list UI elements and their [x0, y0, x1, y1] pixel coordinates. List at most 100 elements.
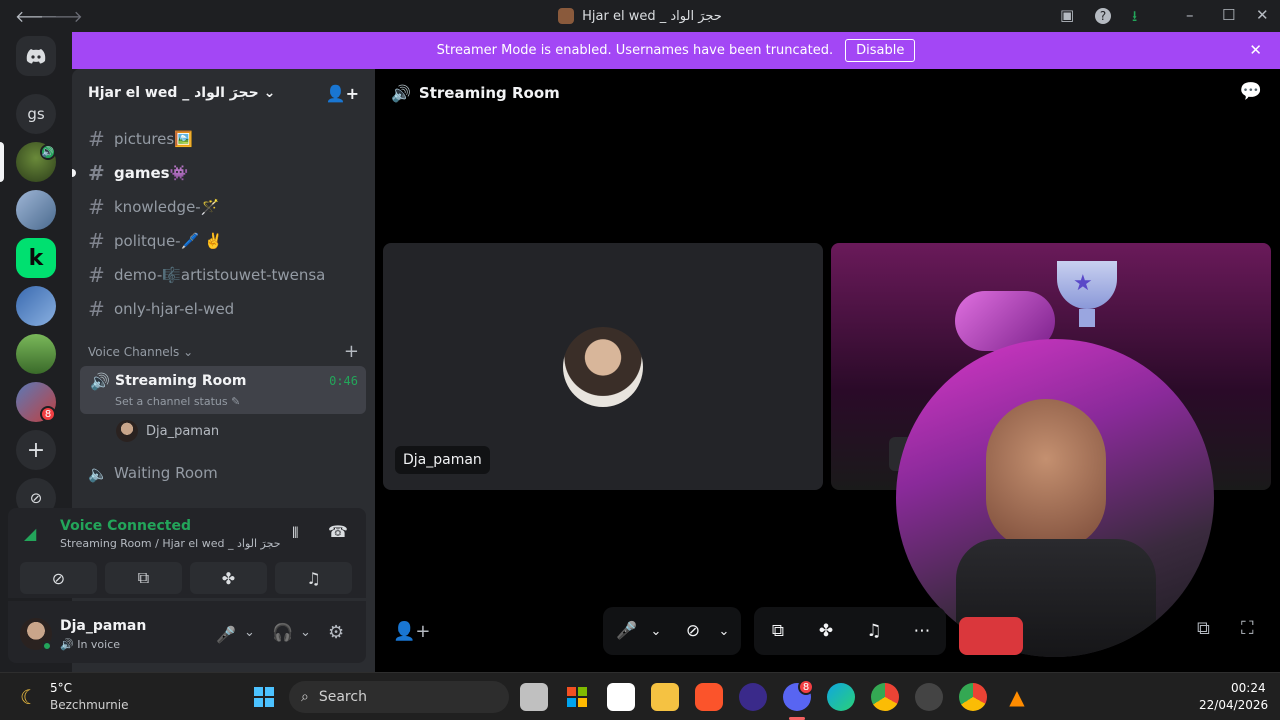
brave-icon[interactable]	[695, 683, 723, 711]
channel-knowledge[interactable]: # knowledge-🪄	[80, 191, 366, 223]
file-explorer-icon[interactable]	[651, 683, 679, 711]
search-icon: ⌕	[301, 689, 309, 705]
windows-taskbar: ☾ 5°C Bezchmurnie ⌕ Search 8 ▲ 00:24 22/…	[0, 672, 1280, 720]
pencil-icon: ✎	[231, 395, 241, 408]
voice-channel-streaming-room[interactable]: 🔊 Streaming Room 0:46 Set a channel stat…	[80, 366, 366, 414]
store-icon[interactable]	[563, 683, 591, 711]
streamer-mode-banner: Streamer Mode is enabled. Usernames have…	[72, 32, 1280, 69]
participant-tile[interactable]: Dja_paman	[383, 243, 823, 490]
webcam-overlay	[896, 339, 1214, 657]
speaker-icon: 🔊	[90, 372, 110, 391]
invite-people-icon[interactable]: 👤+	[326, 84, 359, 103]
chevron-down-icon[interactable]: ⌄	[645, 624, 667, 639]
add-server-icon[interactable]: +	[16, 430, 56, 470]
microphone-icon[interactable]: 🎤	[609, 621, 645, 641]
speaker-icon: 🔈	[88, 463, 108, 483]
username[interactable]: Dja_paman	[60, 618, 146, 634]
channel-label: games👾	[114, 164, 189, 182]
server-kick[interactable]: k	[16, 238, 56, 278]
voice-channel-waiting-room[interactable]: 🔈 Waiting Room	[80, 457, 366, 489]
noise-suppression-icon[interactable]: ⦀	[292, 524, 299, 542]
weather-temp[interactable]: 5°C	[50, 681, 72, 695]
weather-place[interactable]: Bezchmurnie	[50, 698, 128, 712]
hash-icon: #	[88, 195, 105, 219]
server-icon-2[interactable]	[16, 190, 56, 230]
voice-category-label: Voice Channels	[88, 345, 180, 359]
disconnect-icon[interactable]: ☎	[328, 522, 348, 541]
app-icon-2[interactable]	[915, 683, 943, 711]
windows-start-icon[interactable]	[250, 683, 278, 711]
avatar	[116, 420, 138, 442]
soundboard-icon[interactable]: ♫	[850, 621, 898, 641]
hash-icon: #	[88, 161, 105, 185]
headphones-icon[interactable]: 🎧	[272, 623, 293, 643]
online-status-dot	[42, 641, 52, 651]
chrome-icon-2[interactable]	[959, 683, 987, 711]
server-icon-4[interactable]	[16, 286, 56, 326]
camera-off-icon[interactable]: ⊘	[673, 621, 713, 641]
disable-button[interactable]: Disable	[845, 39, 916, 62]
channel-politque[interactable]: # politque-🖊️ ✌️	[80, 225, 366, 257]
chevron-down-icon: ⌄	[183, 345, 194, 359]
activities-icon[interactable]: ✤	[802, 621, 850, 641]
chevron-down-icon[interactable]: ⌄	[713, 624, 735, 639]
close-window-icon[interactable]: ✕	[1256, 6, 1269, 24]
title-bar: 🡐 🡒 Hjar el wed _ حجرَ الواد ▣ ? ⭳ – ☐ ✕	[0, 0, 1280, 32]
server-gs-label: gs	[27, 105, 45, 123]
channel-status-prompt[interactable]: Set a channel status ✎	[115, 395, 240, 408]
server-pixel-day[interactable]	[16, 334, 56, 374]
chevron-down-icon[interactable]: ⌄	[300, 625, 311, 640]
edge-icon[interactable]	[827, 683, 855, 711]
more-options-icon[interactable]: ⋯	[898, 621, 946, 641]
vlc-icon[interactable]: ▲	[1003, 683, 1031, 711]
server-gs[interactable]: gs	[16, 94, 56, 134]
channel-only-hjar-el-wed[interactable]: # only-hjar-el-wed	[80, 293, 366, 325]
taskbar-search[interactable]: ⌕ Search	[289, 681, 509, 713]
minimize-icon[interactable]: –	[1186, 6, 1194, 24]
clock-time[interactable]: 00:24	[1231, 681, 1266, 695]
disconnect-button[interactable]	[959, 617, 1023, 655]
app-icon[interactable]	[739, 683, 767, 711]
task-view-icon[interactable]	[520, 683, 548, 711]
maximize-icon[interactable]: ☐	[1222, 6, 1235, 24]
camera-off-button[interactable]: ⊘	[20, 562, 97, 594]
share-screen-icon[interactable]: ⧉	[754, 621, 802, 641]
voice-channel-label: Streaming Room	[115, 373, 247, 389]
download-icon[interactable]: ⭳	[1132, 6, 1137, 31]
voice-user[interactable]: Dja_paman	[116, 420, 219, 442]
invite-to-voice-icon[interactable]: 👤+	[393, 621, 431, 642]
participant-avatar	[563, 327, 643, 407]
clock-date[interactable]: 22/04/2026	[1199, 698, 1268, 712]
microphone-icon[interactable]: 🎤	[216, 625, 236, 644]
channel-games[interactable]: # games👾	[80, 157, 366, 189]
close-icon[interactable]: ✕	[1249, 41, 1262, 59]
create-channel-icon[interactable]: +	[344, 341, 359, 362]
voice-connected-title[interactable]: Voice Connected	[60, 518, 191, 534]
voice-category[interactable]: Voice Channels ⌄	[88, 345, 193, 359]
hash-icon: #	[88, 263, 105, 287]
fullscreen-icon[interactable]: ⛶	[1241, 618, 1254, 639]
activities-icon: ✤	[221, 568, 236, 588]
inbox-icon[interactable]: ▣	[1060, 6, 1074, 24]
chat-bubble-icon[interactable]: 💬	[1240, 81, 1262, 102]
soundboard-button[interactable]: ♫	[275, 562, 352, 594]
discord-home-icon[interactable]	[16, 36, 56, 76]
server-header[interactable]: Hjar el wed _ حجرَ الواد ⌄ 👤+	[72, 69, 375, 117]
activities-button[interactable]: ✤	[190, 562, 267, 594]
streamer-face	[986, 399, 1106, 549]
locked-hash-icon: #	[88, 297, 105, 321]
pop-out-icon[interactable]: ⧉	[1197, 618, 1210, 639]
chrome-icon[interactable]	[871, 683, 899, 711]
share-screen-button[interactable]: ⧉	[105, 562, 182, 594]
channel-demo[interactable]: # demo-🎼artistouwet-twensa	[80, 259, 366, 291]
activity-controls: ⧉ ✤ ♫ ⋯	[754, 607, 946, 655]
chevron-down-icon[interactable]: ⌄	[244, 625, 255, 640]
gear-icon[interactable]: ⚙	[328, 622, 344, 643]
channel-pictures[interactable]: # pictures🖼️	[80, 123, 366, 155]
help-icon[interactable]: ?	[1095, 8, 1111, 24]
voice-connected-subtitle[interactable]: Streaming Room / Hjar el wed _ حجرَ الوا…	[60, 537, 281, 550]
channel-label: knowledge-🪄	[114, 198, 220, 216]
mic-camera-controls: 🎤 ⌄ ⊘ ⌄	[603, 607, 741, 655]
microsoft-store-icon[interactable]	[607, 683, 635, 711]
voice-channel-label: Waiting Room	[114, 464, 218, 482]
